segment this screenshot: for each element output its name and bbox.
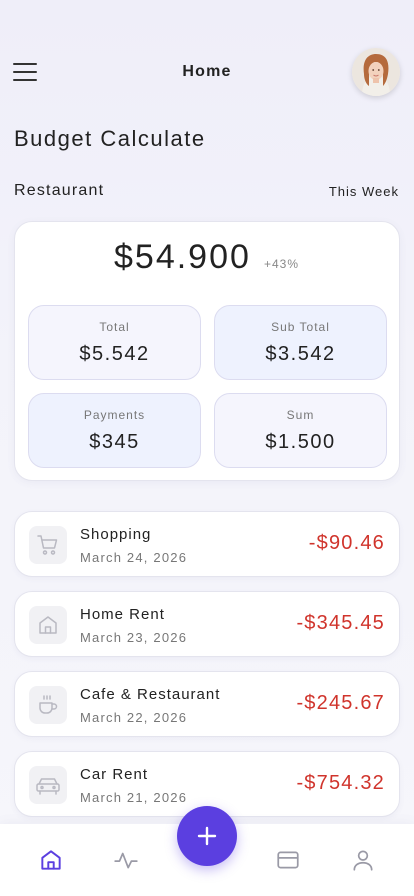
home-icon <box>41 850 61 870</box>
avatar[interactable] <box>352 48 400 96</box>
transaction-amount: -$754.32 <box>296 772 385 794</box>
tab-activity[interactable] <box>112 846 140 874</box>
stat-label: Payments <box>83 408 146 422</box>
stat-value: $3.542 <box>265 343 336 365</box>
plus-icon <box>197 826 217 846</box>
tab-home[interactable] <box>37 846 65 874</box>
stat-payments: Payments $345 <box>28 393 201 468</box>
car-icon <box>29 766 67 804</box>
stat-value: $1.500 <box>265 431 336 453</box>
category-label: Restaurant <box>14 182 105 199</box>
stat-value: $345 <box>89 431 140 453</box>
stat-value: $5.542 <box>79 343 150 365</box>
shopping-cart-icon <box>29 526 67 564</box>
total-amount: $54.900 <box>114 238 251 276</box>
transaction-item[interactable]: Home Rent March 23, 2026 -$345.45 <box>14 591 400 657</box>
transaction-date: March 21, 2026 <box>80 790 188 805</box>
tab-cards[interactable] <box>274 846 302 874</box>
transaction-title: Shopping <box>80 526 152 543</box>
transaction-title: Car Rent <box>80 766 149 783</box>
card-icon <box>277 851 299 869</box>
app-header: Home <box>0 0 414 140</box>
transaction-title: Home Rent <box>80 606 165 623</box>
add-button[interactable] <box>177 806 237 866</box>
period-selector[interactable]: This Week <box>329 184 399 199</box>
stat-sum: Sum $1.500 <box>214 393 387 468</box>
transaction-amount: -$90.46 <box>308 532 385 554</box>
transaction-date: March 22, 2026 <box>80 710 188 725</box>
transaction-title: Cafe & Restaurant <box>80 686 221 703</box>
transaction-item[interactable]: Cafe & Restaurant March 22, 2026 -$245.6… <box>14 671 400 737</box>
coffee-cup-icon <box>29 686 67 724</box>
stat-sub-total: Sub Total $3.542 <box>214 305 387 380</box>
transaction-amount: -$345.45 <box>296 612 385 634</box>
budget-summary-card: $54.900 +43% Total $5.542 Sub Total $3.5… <box>14 221 400 481</box>
budget-title: Budget Calculate <box>14 126 206 151</box>
transaction-amount: -$245.67 <box>296 692 385 714</box>
stat-label: Sum <box>286 408 315 422</box>
tab-profile[interactable] <box>349 846 377 874</box>
transaction-item[interactable]: Shopping March 24, 2026 -$90.46 <box>14 511 400 577</box>
transaction-date: March 23, 2026 <box>80 630 188 645</box>
change-percent: +43% <box>264 257 300 271</box>
home-icon <box>29 606 67 644</box>
stat-label: Total <box>99 320 130 334</box>
activity-icon <box>114 852 138 869</box>
stat-total: Total $5.542 <box>28 305 201 380</box>
profile-icon <box>353 850 373 871</box>
transaction-date: March 24, 2026 <box>80 550 188 565</box>
stat-label: Sub Total <box>271 320 330 334</box>
